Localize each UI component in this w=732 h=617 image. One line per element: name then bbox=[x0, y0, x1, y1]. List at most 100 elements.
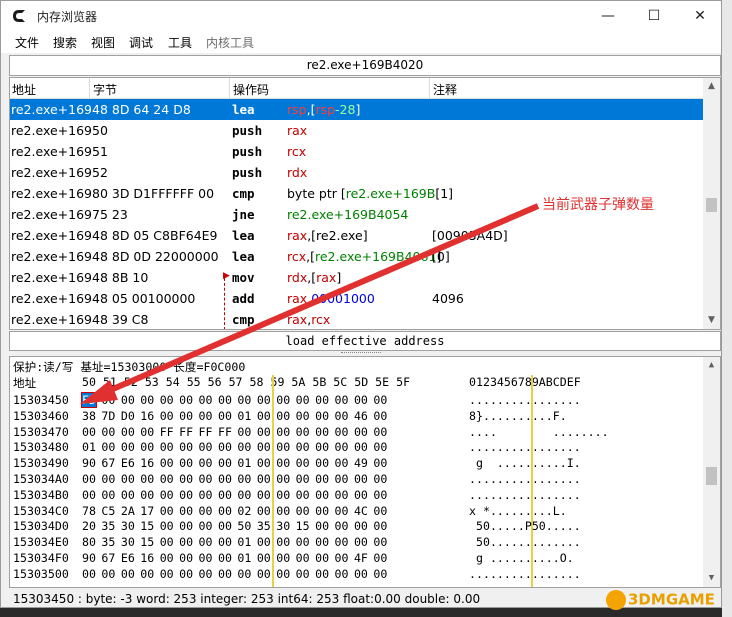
hex-byte[interactable]: FF bbox=[199, 425, 213, 439]
hex-byte[interactable]: 00 bbox=[296, 393, 310, 407]
hex-byte[interactable]: 00 bbox=[82, 425, 96, 439]
hex-byte[interactable]: 00 bbox=[121, 440, 135, 454]
minimize-button[interactable]: — bbox=[585, 1, 631, 31]
hex-byte[interactable]: 4C bbox=[354, 504, 368, 518]
hex-byte[interactable]: 00 bbox=[140, 425, 154, 439]
hex-byte[interactable]: 15 bbox=[140, 535, 154, 549]
hex-byte[interactable]: 00 bbox=[237, 425, 251, 439]
hex-byte[interactable]: 00 bbox=[296, 440, 310, 454]
scroll-up-icon[interactable]: ▲ bbox=[703, 357, 720, 374]
column-divider[interactable] bbox=[89, 78, 90, 98]
hex-byte[interactable]: 90 bbox=[82, 551, 96, 565]
hex-byte[interactable]: 00 bbox=[218, 567, 232, 581]
hex-byte[interactable]: 00 bbox=[315, 472, 329, 486]
hex-byte[interactable]: 00 bbox=[335, 504, 349, 518]
hex-byte[interactable]: 00 bbox=[237, 393, 251, 407]
hex-byte[interactable]: 00 bbox=[276, 472, 290, 486]
hex-byte[interactable]: 00 bbox=[160, 456, 174, 470]
hex-byte[interactable]: 00 bbox=[373, 425, 387, 439]
hex-byte[interactable]: 00 bbox=[160, 440, 174, 454]
hex-byte[interactable]: 00 bbox=[179, 456, 193, 470]
hex-byte[interactable]: 00 bbox=[335, 425, 349, 439]
hex-byte[interactable]: 02 bbox=[237, 504, 251, 518]
hex-byte[interactable]: 00 bbox=[199, 535, 213, 549]
hex-byte[interactable]: 7D bbox=[101, 409, 115, 423]
hex-byte[interactable]: 00 bbox=[335, 567, 349, 581]
hex-byte[interactable]: 00 bbox=[218, 488, 232, 502]
hex-byte[interactable]: 00 bbox=[140, 393, 154, 407]
hex-byte[interactable]: 00 bbox=[257, 535, 271, 549]
hex-byte[interactable]: 00 bbox=[315, 488, 329, 502]
hex-byte[interactable]: 00 bbox=[199, 393, 213, 407]
hex-byte[interactable]: 00 bbox=[276, 393, 290, 407]
hex-byte[interactable]: 50 bbox=[237, 519, 251, 533]
hex-byte[interactable]: 00 bbox=[101, 567, 115, 581]
hex-byte[interactable]: 00 bbox=[276, 504, 290, 518]
hex-byte[interactable]: 00 bbox=[160, 551, 174, 565]
hex-byte[interactable]: 00 bbox=[354, 440, 368, 454]
hex-byte[interactable]: 00 bbox=[82, 472, 96, 486]
hex-byte[interactable]: 00 bbox=[199, 488, 213, 502]
hex-byte[interactable]: 00 bbox=[160, 519, 174, 533]
hex-byte[interactable]: 00 bbox=[257, 393, 271, 407]
hex-byte[interactable]: 00 bbox=[354, 488, 368, 502]
hex-byte[interactable]: 00 bbox=[199, 440, 213, 454]
hex-byte[interactable]: 00 bbox=[373, 535, 387, 549]
hex-byte[interactable]: 00 bbox=[315, 425, 329, 439]
hex-byte[interactable]: 00 bbox=[179, 440, 193, 454]
disassembler-row[interactable]: re2.exe+169 51 push rcx bbox=[10, 141, 705, 162]
disassembler-row[interactable]: re2.exe+169 48 8D 0D 22000000 lea rcx,[re2.… bbox=[10, 246, 705, 267]
hex-byte[interactable]: 00 bbox=[315, 440, 329, 454]
hex-byte[interactable]: 00 bbox=[315, 409, 329, 423]
hex-byte[interactable]: 00 bbox=[335, 488, 349, 502]
hex-byte[interactable]: 00 bbox=[121, 425, 135, 439]
disassembler-row[interactable]: re2.exe+169 48 8D 05 C8BF64E9 lea rax,[re2.… bbox=[10, 225, 705, 246]
hex-byte[interactable]: 00 bbox=[354, 535, 368, 549]
hex-byte[interactable]: 00 bbox=[237, 567, 251, 581]
hex-byte[interactable]: 00 bbox=[218, 393, 232, 407]
hex-byte[interactable]: 00 bbox=[315, 519, 329, 533]
hex-byte[interactable]: 00 bbox=[160, 393, 174, 407]
hex-byte[interactable]: 00 bbox=[237, 472, 251, 486]
hex-byte[interactable]: 16 bbox=[140, 456, 154, 470]
hex-byte[interactable]: 00 bbox=[276, 551, 290, 565]
scroll-down-icon[interactable]: ▼ bbox=[703, 312, 720, 329]
hex-byte[interactable]: 00 bbox=[101, 440, 115, 454]
hex-byte[interactable]: 00 bbox=[179, 393, 193, 407]
hex-byte[interactable]: 00 bbox=[160, 504, 174, 518]
hex-byte[interactable]: 90 bbox=[82, 456, 96, 470]
hex-byte[interactable]: 00 bbox=[276, 409, 290, 423]
hex-byte[interactable]: 00 bbox=[335, 551, 349, 565]
column-header-opcode[interactable]: 操作码 bbox=[233, 81, 269, 98]
menu-tools[interactable]: 工具 bbox=[168, 34, 192, 51]
hex-byte[interactable]: 00 bbox=[335, 519, 349, 533]
hex-byte[interactable]: 00 bbox=[140, 472, 154, 486]
hex-byte[interactable]: 16 bbox=[140, 409, 154, 423]
hex-byte[interactable]: C5 bbox=[101, 504, 115, 518]
hex-byte[interactable]: 00 bbox=[140, 567, 154, 581]
hex-byte[interactable]: 00 bbox=[296, 567, 310, 581]
hex-byte[interactable]: 4F bbox=[354, 551, 368, 565]
hex-byte[interactable]: 00 bbox=[296, 409, 310, 423]
hex-byte[interactable]: 00 bbox=[179, 551, 193, 565]
hex-byte[interactable]: 00 bbox=[160, 488, 174, 502]
hex-byte[interactable]: 00 bbox=[160, 567, 174, 581]
hex-byte[interactable]: FF bbox=[160, 425, 174, 439]
hex-byte[interactable]: 00 bbox=[296, 425, 310, 439]
hex-byte[interactable]: 00 bbox=[296, 535, 310, 549]
hex-byte[interactable]: 00 bbox=[276, 535, 290, 549]
disassembler-row[interactable]: re2.exe+169 52 push rdx bbox=[10, 162, 705, 183]
scroll-up-icon[interactable]: ▲ bbox=[703, 78, 720, 95]
hex-byte[interactable]: 15 bbox=[296, 519, 310, 533]
hex-byte[interactable]: 00 bbox=[140, 440, 154, 454]
hex-byte[interactable]: 00 bbox=[296, 551, 310, 565]
hex-byte[interactable]: 30 bbox=[121, 519, 135, 533]
hex-byte[interactable]: 38 bbox=[82, 409, 96, 423]
hex-byte[interactable]: 00 bbox=[199, 409, 213, 423]
hex-byte[interactable]: 00 bbox=[354, 519, 368, 533]
hex-byte[interactable]: 00 bbox=[373, 409, 387, 423]
hex-byte[interactable]: 00 bbox=[373, 472, 387, 486]
hex-byte[interactable]: 00 bbox=[315, 504, 329, 518]
hex-byte[interactable]: 15 bbox=[140, 519, 154, 533]
disassembler-row[interactable]: re2.exe+169 48 8B 10 mov rdx,[rax] bbox=[10, 267, 705, 288]
